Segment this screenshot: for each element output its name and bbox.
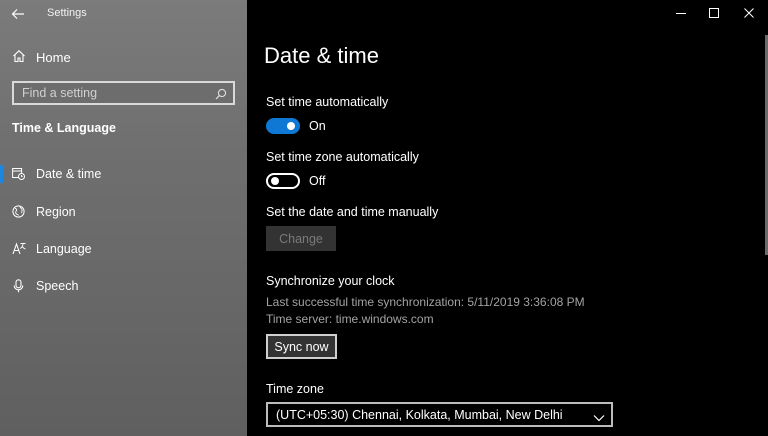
- sidebar: Settings Home Time & Language: [0, 0, 247, 436]
- set-timezone-auto-toggle[interactable]: [266, 173, 300, 189]
- globe-icon: [12, 205, 25, 223]
- maximize-button[interactable]: [698, 0, 730, 26]
- time-zone-value: (UTC+05:30) Chennai, Kolkata, Mumbai, Ne…: [276, 408, 563, 422]
- toggle-knob: [271, 177, 279, 185]
- language-icon: [12, 242, 26, 260]
- main-content: Date & time Set time automatically On Se…: [247, 0, 768, 436]
- last-sync-text: Last successful time synchronization: 5/…: [266, 295, 585, 309]
- sidebar-item-date-time[interactable]: Date & time: [0, 161, 247, 187]
- sidebar-item-home[interactable]: Home: [0, 45, 247, 69]
- close-button[interactable]: [733, 0, 765, 26]
- chevron-down-icon: [593, 409, 605, 427]
- search-field: [12, 81, 235, 105]
- sidebar-item-label: Language: [36, 242, 92, 256]
- app-title: Settings: [47, 7, 87, 19]
- sidebar-item-speech[interactable]: Speech: [0, 273, 247, 299]
- time-zone-select[interactable]: (UTC+05:30) Chennai, Kolkata, Mumbai, Ne…: [266, 402, 613, 427]
- sidebar-item-label: Home: [36, 50, 71, 65]
- search-input[interactable]: [14, 83, 204, 103]
- set-time-auto-state: On: [309, 119, 326, 133]
- set-time-auto-label: Set time automatically: [266, 95, 389, 109]
- home-icon: [12, 49, 26, 68]
- manual-date-label: Set the date and time manually: [266, 205, 439, 219]
- sync-heading: Synchronize your clock: [266, 274, 395, 288]
- maximize-icon: [709, 8, 719, 18]
- back-button[interactable]: [8, 5, 28, 23]
- change-button[interactable]: Change: [266, 226, 336, 251]
- sync-now-button[interactable]: Sync now: [266, 334, 337, 359]
- title-bar: Settings: [0, 0, 247, 28]
- calendar-clock-icon: [12, 167, 25, 185]
- sidebar-item-region[interactable]: Region: [0, 199, 247, 225]
- minimize-button[interactable]: [665, 0, 697, 26]
- time-server-text: Time server: time.windows.com: [266, 312, 434, 326]
- minimize-icon: [676, 13, 686, 14]
- sidebar-item-language[interactable]: Language: [0, 236, 247, 262]
- search-icon[interactable]: [215, 87, 227, 105]
- sidebar-item-label: Speech: [36, 279, 79, 293]
- microphone-icon: [12, 279, 25, 298]
- close-icon: [744, 8, 754, 18]
- set-time-auto-toggle[interactable]: [266, 118, 300, 134]
- set-timezone-auto-label: Set time zone automatically: [266, 150, 419, 164]
- back-arrow-icon: [11, 9, 24, 19]
- sidebar-item-label: Region: [36, 205, 76, 219]
- time-zone-label: Time zone: [266, 382, 324, 396]
- page-title: Date & time: [264, 43, 379, 68]
- section-title: Time & Language: [12, 121, 116, 135]
- toggle-knob: [287, 122, 295, 130]
- sidebar-item-label: Date & time: [36, 167, 102, 181]
- set-timezone-auto-state: Off: [309, 174, 326, 188]
